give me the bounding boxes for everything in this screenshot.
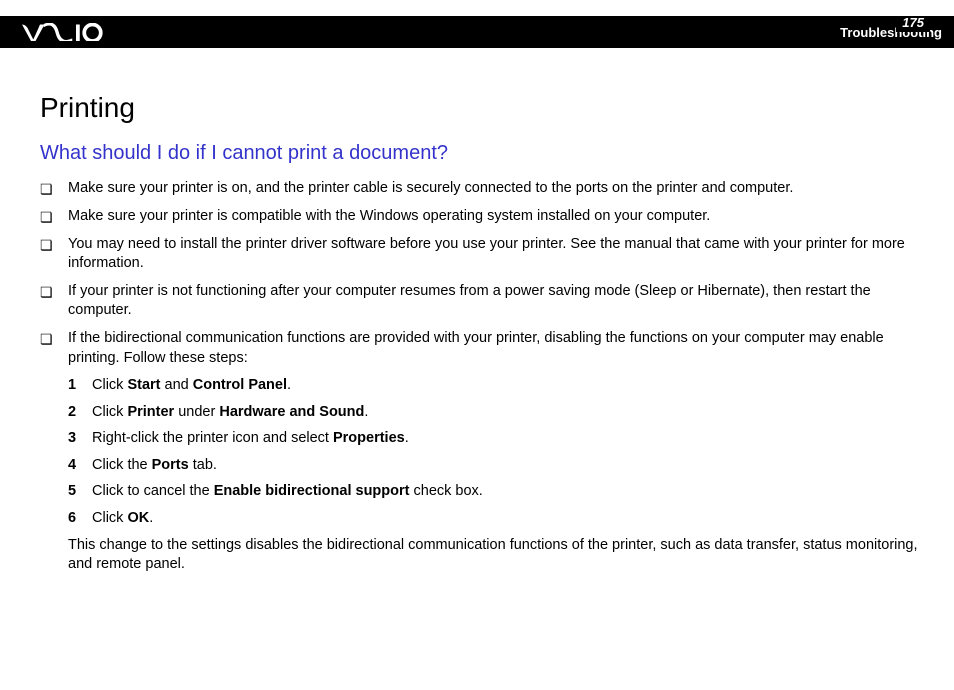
step-number: 3 [68,429,92,449]
header-bar: Troubleshooting [0,16,954,48]
step-text: Click the Ports tab. [92,456,918,476]
step-item: 3 Right-click the printer icon and selec… [68,429,918,449]
step-item: 6 Click OK. [68,509,918,529]
bullet-item: ❏ You may need to install the printer dr… [40,235,918,274]
steps-list: 1 Click Start and Control Panel. 2 Click… [68,376,918,528]
step-item: 1 Click Start and Control Panel. [68,376,918,396]
bullet-item: ❏ If your printer is not functioning aft… [40,282,918,321]
question-heading: What should I do if I cannot print a doc… [40,142,918,165]
bullet-icon: ❏ [40,207,68,227]
page-number: 175 [896,16,930,32]
content-area: Printing What should I do if I cannot pr… [0,48,954,575]
step-text: Click Start and Control Panel. [92,376,918,396]
closing-note: This change to the settings disables the… [68,536,918,575]
step-number: 1 [68,376,92,396]
bullet-text: You may need to install the printer driv… [68,235,918,274]
step-number: 5 [68,482,92,502]
page-navigation: 175 [884,16,942,32]
bullet-icon: ❏ [40,282,68,302]
bullet-text: Make sure your printer is compatible wit… [68,207,918,227]
step-number: 2 [68,403,92,423]
bullet-item: ❏ If the bidirectional communication fun… [40,329,918,368]
bullet-text: If your printer is not functioning after… [68,282,918,321]
bullet-text: Make sure your printer is on, and the pr… [68,179,918,199]
bullet-icon: ❏ [40,329,68,349]
step-number: 4 [68,456,92,476]
bullet-icon: ❏ [40,235,68,255]
vaio-logo [22,22,112,42]
bullet-list: ❏ Make sure your printer is on, and the … [40,179,918,368]
bullet-item: ❏ Make sure your printer is compatible w… [40,207,918,227]
step-item: 2 Click Printer under Hardware and Sound… [68,403,918,423]
step-item: 4 Click the Ports tab. [68,456,918,476]
next-page-arrow[interactable] [932,18,942,30]
prev-page-arrow[interactable] [884,18,894,30]
step-number: 6 [68,509,92,529]
step-text: Click OK. [92,509,918,529]
step-text: Click Printer under Hardware and Sound. [92,403,918,423]
bullet-text: If the bidirectional communication funct… [68,329,918,368]
step-text: Right-click the printer icon and select … [92,429,918,449]
bullet-item: ❏ Make sure your printer is on, and the … [40,179,918,199]
step-text: Click to cancel the Enable bidirectional… [92,482,918,502]
step-item: 5 Click to cancel the Enable bidirection… [68,482,918,502]
page-title: Printing [40,92,918,124]
bullet-icon: ❏ [40,179,68,199]
